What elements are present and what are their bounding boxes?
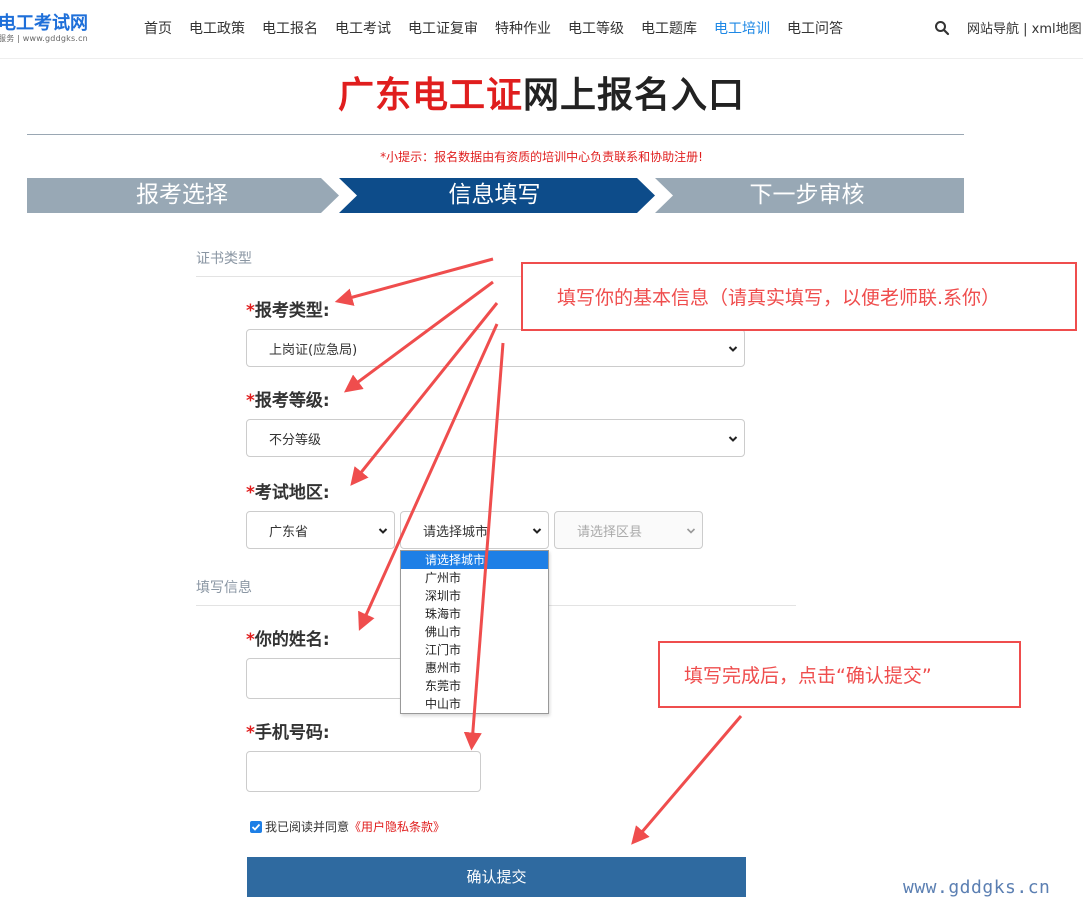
submit-button[interactable]: 确认提交 (247, 857, 746, 897)
exam-region-label: *考试地区: (246, 483, 330, 503)
city-option[interactable]: 深圳市 (401, 587, 548, 605)
section-title-cert: 证书类型 (196, 251, 252, 267)
city-option[interactable]: 广州市 (401, 569, 548, 587)
city-option[interactable]: 江门市 (401, 641, 548, 659)
nav-item[interactable]: 电工考试 (335, 18, 391, 38)
arrow-to-exam-type (334, 257, 494, 306)
nav-item[interactable]: 电工题库 (641, 18, 697, 38)
nav-item[interactable]: 电工报名 (262, 18, 318, 38)
chevron-down-icon (532, 528, 542, 534)
step-2-label: 信息填写 (448, 182, 541, 208)
section-title-info: 填写信息 (196, 580, 252, 596)
nav-item[interactable]: 特种作业 (495, 18, 551, 38)
province-value: 广东省 (269, 524, 309, 540)
city-option[interactable]: 东莞市 (401, 677, 548, 695)
phone-label: *手机号码: (246, 723, 330, 743)
chevron-down-icon (686, 528, 696, 534)
nav-item[interactable]: 电工等级 (568, 18, 624, 38)
exam-type-select[interactable]: 上岗证(应急局) (246, 329, 745, 367)
province-select[interactable]: 广东省 (246, 511, 395, 549)
step-1-label: 报考选择 (136, 182, 228, 208)
city-option[interactable]: 请选择城市 (401, 551, 548, 569)
arrow-to-submit (631, 715, 743, 845)
district-value: 请选择区县 (577, 524, 643, 540)
nav-item[interactable]: 电工培训 (714, 18, 770, 38)
city-option[interactable]: 中山市 (401, 695, 548, 713)
name-label: *你的姓名: (246, 630, 330, 650)
city-select[interactable]: 请选择城市 (400, 511, 549, 549)
privacy-terms-link[interactable]: 《用户隐私条款》 (349, 818, 445, 835)
chevron-down-icon (728, 346, 738, 352)
chevron-down-icon (378, 528, 388, 534)
registration-tip: *小提示：报名数据由有资质的培训中心负责联系和协助注册! (380, 150, 703, 164)
nav-item[interactable]: 电工政策 (189, 18, 245, 38)
page-title-rest: 网上报名入口 (523, 75, 746, 116)
nav-item[interactable]: 首页 (144, 18, 172, 38)
step-3-label: 下一步审核 (749, 182, 865, 208)
check-icon (251, 823, 261, 831)
submit-callout: 填写完成后，点击“确认提交” (658, 641, 1021, 708)
main-nav: 首页 电工政策 电工报名 电工考试 电工证复审 特种作业 电工等级 电工题库 电工培训 电工问答 (144, 18, 860, 38)
search-icon[interactable] (934, 20, 950, 36)
city-option[interactable]: 珠海市 (401, 605, 548, 623)
city-dropdown-list: 请选择城市 广州市 深圳市 珠海市 佛山市 江门市 惠州市 东莞市 中山市 (400, 550, 549, 714)
agree-checkbox[interactable] (250, 820, 262, 833)
city-value: 请选择城市 (423, 524, 489, 540)
exam-type-value: 上岗证(应急局) (269, 342, 358, 358)
title-divider (27, 134, 964, 135)
exam-level-value: 不分等级 (269, 432, 322, 448)
city-option[interactable]: 惠州市 (401, 659, 548, 677)
exam-level-label: *报考等级: (246, 391, 330, 411)
progress-steps: 报考选择 信息填写 下一步审核 (27, 178, 964, 213)
phone-input[interactable] (246, 751, 481, 792)
site-nav-link[interactable]: 网站导航 | xml地图 (967, 18, 1082, 37)
info-callout: 填写你的基本信息（请真实填写，以便老师联.系你） (521, 262, 1077, 331)
watermark: www.gddgks.cn (903, 877, 1051, 898)
city-option[interactable]: 佛山市 (401, 623, 548, 641)
page-title: 广东电工证网上报名入口 (0, 66, 1083, 118)
nav-item[interactable]: 电工问答 (787, 18, 843, 38)
agree-text: 我已阅读并同意 (265, 820, 350, 834)
exam-type-label: *报考类型: (246, 301, 330, 321)
site-logo-subtitle: 服务 | www.gddgks.cn (0, 34, 88, 43)
page-title-highlight: 广东电工证 (337, 75, 523, 116)
site-logo[interactable]: 电工考试网 (0, 9, 88, 35)
header-divider (0, 58, 1083, 59)
chevron-down-icon (728, 436, 738, 442)
privacy-agreement: 我已阅读并同意 《用户隐私条款》 (250, 818, 445, 835)
district-select[interactable]: 请选择区县 (554, 511, 703, 549)
nav-item[interactable]: 电工证复审 (408, 18, 478, 38)
exam-level-select[interactable]: 不分等级 (246, 419, 745, 457)
